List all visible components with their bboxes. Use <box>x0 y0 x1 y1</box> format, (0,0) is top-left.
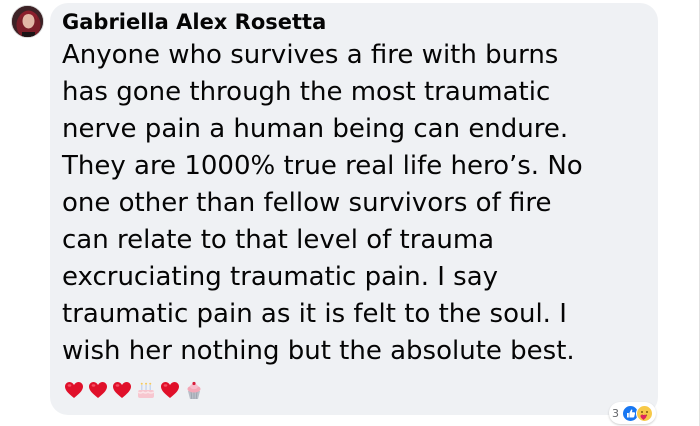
reaction-summary[interactable]: 3 <box>609 402 656 424</box>
birthday-cake-icon <box>135 379 157 401</box>
comment-line: They are 1000% true real life hero’s. No <box>62 151 583 181</box>
cupcake-icon <box>183 379 205 401</box>
comment-line: excruciating traumatic pain. I say <box>62 262 499 292</box>
comment-line: Anyone who survives a fire with burns <box>62 40 559 70</box>
heart-icon <box>63 379 85 401</box>
heart-icon <box>159 379 181 401</box>
emoji-row <box>63 378 205 402</box>
comment-line: wish her nothing but the absolute best. <box>62 336 575 366</box>
comment-line: one other than fellow survivors of fire <box>62 188 552 218</box>
heart-icon <box>87 379 109 401</box>
comment-bubble: Gabriella Alex Rosetta Anyone who surviv… <box>50 3 658 415</box>
care-icon <box>636 404 653 422</box>
comment-line: can relate to that level of trauma <box>62 225 495 255</box>
comment-line: nerve pain a human being can endure. <box>62 114 569 144</box>
comment-text: Anyone who survives a fire with burns ha… <box>62 37 652 370</box>
comment-author[interactable]: Gabriella Alex Rosetta <box>62 9 646 35</box>
avatar[interactable] <box>11 5 44 38</box>
comment-line: traumatic pain as it is felt to the soul… <box>62 299 567 329</box>
heart-icon <box>111 379 133 401</box>
reaction-count: 3 <box>612 406 619 420</box>
comment-line: has gone through the most traumatic <box>62 77 551 107</box>
